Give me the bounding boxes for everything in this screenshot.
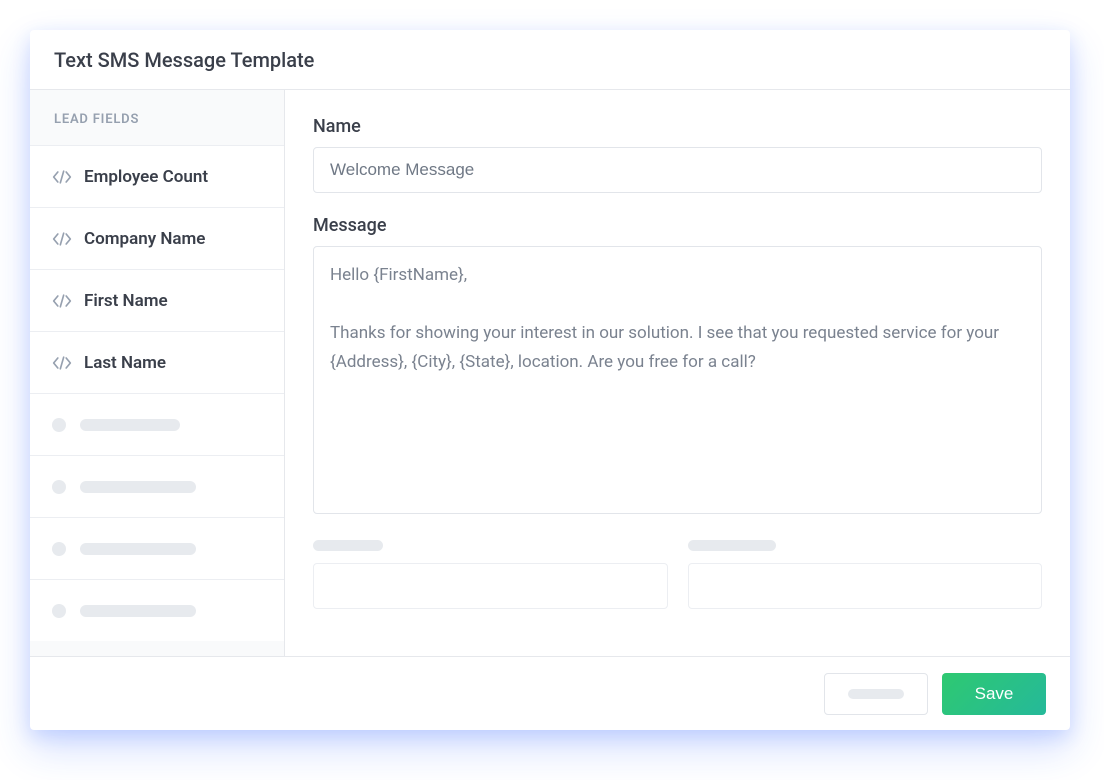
placeholder-dot bbox=[52, 418, 66, 432]
field-item-first-name[interactable]: First Name bbox=[30, 269, 284, 331]
template-editor-card: Text SMS Message Template LEAD FIELDS Em… bbox=[30, 30, 1070, 730]
field-item-employee-count[interactable]: Employee Count bbox=[30, 145, 284, 207]
placeholder-dot bbox=[52, 542, 66, 556]
field-label: First Name bbox=[84, 291, 168, 311]
field-label: Employee Count bbox=[84, 167, 208, 187]
placeholder-bar bbox=[80, 419, 180, 431]
code-icon bbox=[52, 169, 72, 185]
extra-fields-row bbox=[313, 540, 1042, 609]
template-name-input[interactable] bbox=[313, 147, 1042, 193]
placeholder-dot bbox=[52, 604, 66, 618]
page-title: Text SMS Message Template bbox=[54, 48, 314, 72]
card-body: LEAD FIELDS Employee Count Company Name bbox=[30, 90, 1070, 656]
code-icon bbox=[52, 293, 72, 309]
placeholder-bar bbox=[80, 543, 196, 555]
placeholder-dot bbox=[52, 480, 66, 494]
placeholder-bar bbox=[848, 689, 904, 699]
code-icon bbox=[52, 231, 72, 247]
save-button-label: Save bbox=[975, 684, 1014, 704]
lead-fields-sidebar: LEAD FIELDS Employee Count Company Name bbox=[30, 90, 285, 656]
field-item-last-name[interactable]: Last Name bbox=[30, 331, 284, 393]
placeholder-label bbox=[688, 540, 776, 551]
placeholder-label bbox=[313, 540, 383, 551]
field-item-placeholder bbox=[30, 579, 284, 641]
sidebar-section-label: LEAD FIELDS bbox=[30, 90, 284, 145]
card-header: Text SMS Message Template bbox=[30, 30, 1070, 90]
field-item-placeholder bbox=[30, 393, 284, 455]
form-area: Name Message bbox=[285, 90, 1070, 656]
code-icon bbox=[52, 355, 72, 371]
save-button[interactable]: Save bbox=[942, 673, 1046, 715]
template-message-input[interactable] bbox=[313, 246, 1042, 514]
message-label: Message bbox=[313, 215, 1042, 236]
extra-field-placeholder bbox=[688, 540, 1043, 609]
message-group: Message bbox=[313, 215, 1042, 518]
cancel-button[interactable] bbox=[824, 673, 928, 715]
card-footer: Save bbox=[30, 656, 1070, 730]
name-group: Name bbox=[313, 116, 1042, 193]
field-item-placeholder bbox=[30, 517, 284, 579]
field-item-placeholder bbox=[30, 455, 284, 517]
placeholder-input bbox=[688, 563, 1043, 609]
name-label: Name bbox=[313, 116, 1042, 137]
placeholder-bar bbox=[80, 481, 196, 493]
placeholder-bar bbox=[80, 605, 196, 617]
field-item-company-name[interactable]: Company Name bbox=[30, 207, 284, 269]
field-label: Company Name bbox=[84, 229, 205, 249]
placeholder-input bbox=[313, 563, 668, 609]
extra-field-placeholder bbox=[313, 540, 668, 609]
field-label: Last Name bbox=[84, 353, 166, 373]
